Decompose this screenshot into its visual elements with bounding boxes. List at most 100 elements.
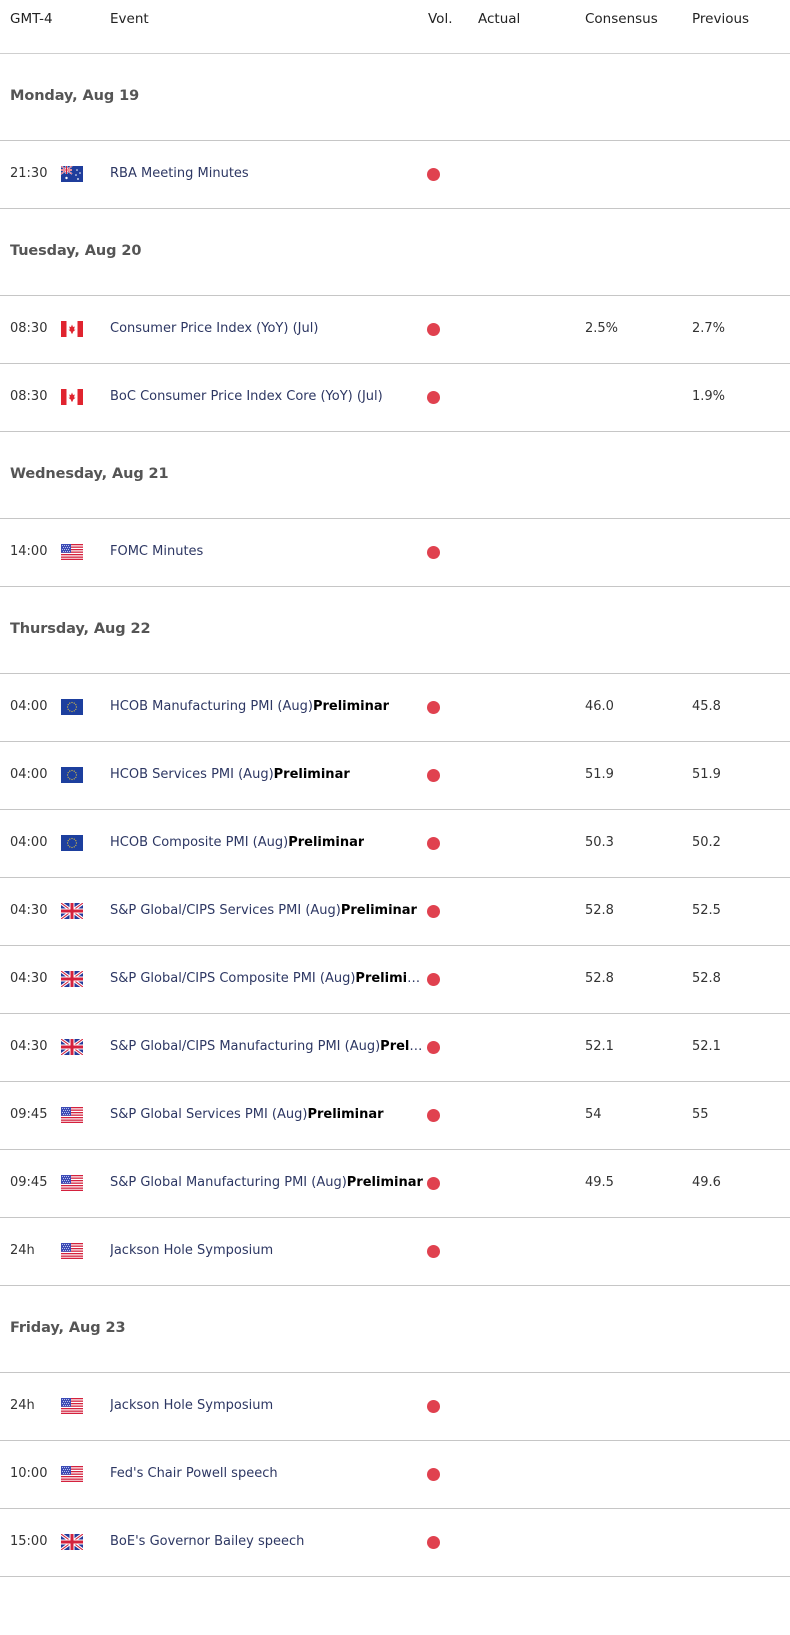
event-name[interactable]: HCOB Services PMI (Aug)Preliminar xyxy=(110,767,350,782)
volatility-dot-icon xyxy=(427,1536,440,1549)
consensus-value: 51.9 xyxy=(585,767,614,782)
united-kingdom-flag-icon xyxy=(61,1534,83,1550)
event-title: FOMC Minutes xyxy=(110,544,204,559)
day-header: Monday, Aug 19 xyxy=(0,54,790,141)
event-name[interactable]: HCOB Manufacturing PMI (Aug)Preliminar xyxy=(110,699,389,714)
consensus-header: Consensus xyxy=(585,11,658,27)
event-suffix: Preliminar xyxy=(273,767,350,782)
volatility-dot-icon xyxy=(427,1245,440,1258)
event-row[interactable]: 04:00 HCOB Services PMI (Aug)Preliminar … xyxy=(0,742,790,810)
event-name[interactable]: Fed's Chair Powell speech xyxy=(110,1466,278,1481)
consensus-value: 49.5 xyxy=(585,1175,614,1190)
event-title: BoE's Governor Bailey speech xyxy=(110,1534,305,1549)
event-name[interactable]: S&P Global Manufacturing PMI (Aug)Prelim… xyxy=(110,1175,423,1190)
previous-value: 2.7% xyxy=(692,321,726,336)
volatility-dot-icon xyxy=(427,1400,440,1413)
event-time: 04:30 xyxy=(10,1039,48,1054)
event-time: 10:00 xyxy=(10,1466,48,1481)
table-header: GMT-4 Event Vol. Actual Consensus Previo… xyxy=(0,0,790,54)
actual-header: Actual xyxy=(478,11,521,27)
event-title: S&P Global Manufacturing PMI (Aug) xyxy=(110,1175,347,1190)
event-title: Consumer Price Index (YoY) (Jul) xyxy=(110,321,319,336)
previous-value: 50.2 xyxy=(692,835,721,850)
event-name[interactable]: S&P Global/CIPS Composite PMI (Aug)Preli… xyxy=(110,971,424,986)
canada-flag-icon xyxy=(61,321,83,337)
event-row[interactable]: 04:30 S&P Global/CIPS Manufacturing PMI … xyxy=(0,1014,790,1082)
consensus-value: 50.3 xyxy=(585,835,614,850)
day-label: Monday, Aug 19 xyxy=(10,88,140,104)
united-states-flag-icon xyxy=(61,1243,83,1259)
event-title: HCOB Composite PMI (Aug) xyxy=(110,835,289,850)
event-time: 15:00 xyxy=(10,1534,48,1549)
event-time: 08:30 xyxy=(10,389,48,404)
event-row[interactable]: 04:30 S&P Global/CIPS Services PMI (Aug)… xyxy=(0,878,790,946)
united-kingdom-flag-icon xyxy=(61,971,83,987)
event-name[interactable]: Jackson Hole Symposium xyxy=(110,1243,273,1258)
event-row[interactable]: 21:30 RBA Meeting Minutes xyxy=(0,141,790,209)
volatility-dot-icon xyxy=(427,323,440,336)
consensus-value: 46.0 xyxy=(585,699,614,714)
event-title: RBA Meeting Minutes xyxy=(110,166,249,181)
volatility-dot-icon xyxy=(427,973,440,986)
event-name[interactable]: S&P Global/CIPS Services PMI (Aug)Prelim… xyxy=(110,903,417,918)
event-row[interactable]: 04:00 HCOB Manufacturing PMI (Aug)Prelim… xyxy=(0,674,790,742)
event-title: S&P Global Services PMI (Aug) xyxy=(110,1107,308,1122)
event-name[interactable]: Consumer Price Index (YoY) (Jul) xyxy=(110,321,318,336)
united-kingdom-flag-icon xyxy=(61,903,83,919)
united-states-flag-icon xyxy=(61,1107,83,1123)
event-suffix: Preliminar xyxy=(340,903,417,918)
event-row[interactable]: 09:45 S&P Global Services PMI (Aug)Preli… xyxy=(0,1082,790,1150)
european-union-flag-icon xyxy=(61,699,83,715)
event-title: S&P Global/CIPS Services PMI (Aug) xyxy=(110,903,341,918)
event-time: 09:45 xyxy=(10,1107,48,1122)
united-states-flag-icon xyxy=(61,544,83,560)
event-name[interactable]: S&P Global Services PMI (Aug)Preliminar xyxy=(110,1107,384,1122)
event-header: Event xyxy=(110,11,149,27)
previous-value: 52.5 xyxy=(692,903,721,918)
timezone-header[interactable]: GMT-4 xyxy=(10,11,53,27)
event-name[interactable]: RBA Meeting Minutes xyxy=(110,166,249,181)
volatility-dot-icon xyxy=(427,769,440,782)
event-name[interactable]: BoC Consumer Price Index Core (YoY) (Jul… xyxy=(110,389,383,404)
event-title: HCOB Services PMI (Aug) xyxy=(110,767,274,782)
previous-value: 45.8 xyxy=(692,699,721,714)
united-states-flag-icon xyxy=(61,1175,83,1191)
event-row[interactable]: 08:30 BoC Consumer Price Index Core (YoY… xyxy=(0,364,790,432)
event-suffix: Preliminar xyxy=(288,835,365,850)
volatility-dot-icon xyxy=(427,837,440,850)
volatility-dot-icon xyxy=(427,701,440,714)
event-title: S&P Global/CIPS Manufacturing PMI (Aug) xyxy=(110,1039,381,1054)
event-name[interactable]: BoE's Governor Bailey speech xyxy=(110,1534,304,1549)
volatility-dot-icon xyxy=(427,905,440,918)
event-name[interactable]: FOMC Minutes xyxy=(110,544,203,559)
event-row[interactable]: 24h Jackson Hole Symposium xyxy=(0,1218,790,1286)
event-row[interactable]: 04:00 HCOB Composite PMI (Aug)Preliminar… xyxy=(0,810,790,878)
consensus-value: 52.8 xyxy=(585,903,614,918)
event-name[interactable]: Jackson Hole Symposium xyxy=(110,1398,273,1413)
day-header: Thursday, Aug 22 xyxy=(0,587,790,674)
australia-flag-icon xyxy=(61,166,83,182)
event-time: 09:45 xyxy=(10,1175,48,1190)
event-row[interactable]: 10:00 Fed's Chair Powell speech xyxy=(0,1441,790,1509)
event-row[interactable]: 14:00 FOMC Minutes xyxy=(0,519,790,587)
event-row[interactable]: 09:45 S&P Global Manufacturing PMI (Aug)… xyxy=(0,1150,790,1218)
calendar-body: Monday, Aug 19 21:30 RBA Meeting Minutes… xyxy=(0,54,790,1577)
united-kingdom-flag-icon xyxy=(61,1039,83,1055)
event-title: S&P Global/CIPS Composite PMI (Aug) xyxy=(110,971,356,986)
day-label: Friday, Aug 23 xyxy=(10,1320,126,1336)
event-row[interactable]: 04:30 S&P Global/CIPS Composite PMI (Aug… xyxy=(0,946,790,1014)
volatility-dot-icon xyxy=(427,1177,440,1190)
event-title: Jackson Hole Symposium xyxy=(110,1398,274,1413)
event-name[interactable]: S&P Global/CIPS Manufacturing PMI (Aug)P… xyxy=(110,1039,424,1054)
event-suffix: Preliminar xyxy=(307,1107,384,1122)
previous-value: 49.6 xyxy=(692,1175,721,1190)
united-states-flag-icon xyxy=(61,1398,83,1414)
event-row[interactable]: 24h Jackson Hole Symposium xyxy=(0,1373,790,1441)
event-row[interactable]: 08:30 Consumer Price Index (YoY) (Jul) 2… xyxy=(0,296,790,364)
event-row[interactable]: 15:00 BoE's Governor Bailey speech xyxy=(0,1509,790,1577)
canada-flag-icon xyxy=(61,389,83,405)
event-name[interactable]: HCOB Composite PMI (Aug)Preliminar xyxy=(110,835,364,850)
event-time: 24h xyxy=(10,1398,35,1413)
consensus-value: 2.5% xyxy=(585,321,619,336)
day-header: Friday, Aug 23 xyxy=(0,1286,790,1373)
